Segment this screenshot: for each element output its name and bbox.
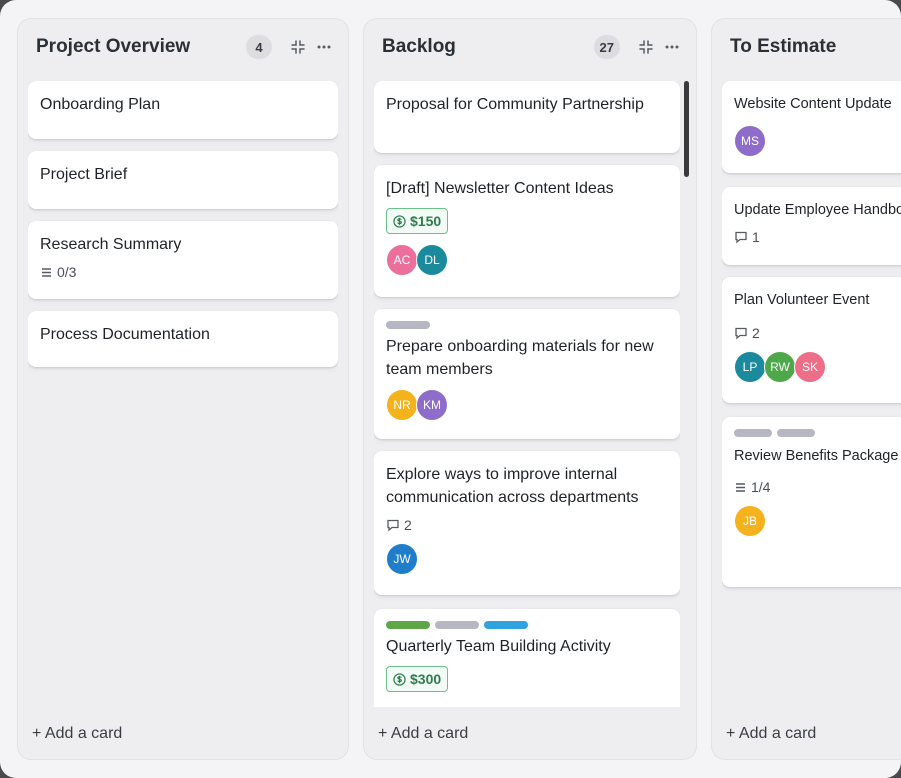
card[interactable]: Prepare onboarding materials for new tea… [374, 309, 680, 439]
more-icon[interactable] [314, 37, 334, 57]
card-title: Explore ways to improve internal communi… [386, 466, 639, 506]
card-title: Onboarding Plan [40, 96, 161, 113]
comment-icon [735, 327, 747, 340]
comment-count: 2 [404, 517, 412, 533]
label-bars [386, 321, 668, 329]
card-title: Review Benefits Package Options [734, 448, 901, 464]
column-project-overview: Project Overview 4 Onboarding Plan Proje… [17, 18, 349, 760]
avatar[interactable]: NR [386, 389, 418, 421]
avatar-group: AC DL [386, 244, 668, 276]
card-title: Plan Volunteer Event [734, 292, 870, 308]
label-gray[interactable] [386, 321, 430, 329]
card-list: Proposal for Community Partnership [Draf… [374, 81, 689, 707]
collapse-icon[interactable] [636, 37, 656, 57]
column-header: To Estimate [730, 33, 901, 61]
card-count-badge: 4 [246, 35, 272, 59]
avatar[interactable]: JW [386, 543, 418, 575]
card-title: Quarterly Team Building Activity [386, 638, 611, 655]
label-green[interactable] [386, 621, 430, 629]
card-title: Research Summary [40, 236, 182, 253]
price-value: $150 [410, 213, 442, 229]
avatar[interactable]: AC [386, 244, 418, 276]
label-blue[interactable] [484, 621, 528, 629]
card-title: Project Brief [40, 166, 128, 183]
price-badge: $300 [386, 666, 449, 692]
checklist-icon [736, 482, 745, 492]
label-bars [734, 429, 901, 437]
price-badge: $150 [386, 208, 449, 234]
board: Project Overview 4 Onboarding Plan Proje… [0, 0, 901, 778]
avatar-group: JW [386, 543, 668, 575]
avatar[interactable]: RW [764, 351, 796, 383]
column-backlog: Backlog 27 Proposal for Community Partne… [363, 18, 697, 760]
label-bars [386, 621, 668, 629]
checklist-progress: 1/4 [751, 479, 771, 495]
card[interactable]: Proposal for Community Partnership [374, 81, 680, 153]
checklist-meta: 0/3 [40, 264, 326, 280]
add-card-button[interactable]: + Add a card [378, 725, 468, 743]
column-title: To Estimate [730, 36, 837, 57]
card-title: Website Content Update [734, 96, 892, 112]
price-value: $300 [410, 671, 442, 687]
card[interactable]: Research Summary 0/3 [28, 221, 338, 299]
comment-count: 1 [752, 229, 760, 245]
comment-count: 2 [752, 325, 760, 341]
scrollbar[interactable] [684, 81, 689, 177]
avatar-group: LP RW SK [734, 351, 901, 383]
column-title: Project Overview [36, 36, 191, 57]
card-title: Proposal for Community Partnership [386, 96, 644, 113]
card[interactable]: Explore ways to improve internal communi… [374, 451, 680, 595]
checklist-meta: 1/4 [734, 479, 901, 495]
avatar[interactable]: JB [734, 505, 766, 537]
card[interactable]: Project Brief [28, 151, 338, 209]
checklist-icon [42, 267, 51, 277]
avatar[interactable]: LP [734, 351, 766, 383]
comment-meta: 2 [386, 517, 668, 533]
avatar-group: MS [734, 125, 901, 157]
card[interactable]: [Draft] Newsletter Content Ideas $150 AC… [374, 165, 680, 297]
avatar[interactable]: MS [734, 125, 766, 157]
card-title: Prepare onboarding materials for new tea… [386, 338, 654, 378]
avatar[interactable]: SK [794, 351, 826, 383]
card[interactable]: Process Documentation [28, 311, 338, 367]
card[interactable]: Website Content Update MS [722, 81, 901, 173]
comment-icon [387, 519, 399, 532]
comment-icon [735, 231, 747, 244]
column-header: Project Overview 4 [36, 33, 334, 61]
more-icon[interactable] [662, 37, 682, 57]
dollar-icon [393, 214, 406, 228]
card-count-badge: 27 [593, 35, 620, 59]
avatar[interactable]: DL [416, 244, 448, 276]
card[interactable]: Quarterly Team Building Activity $300 [374, 609, 680, 707]
comment-meta: 2 [734, 325, 901, 341]
card[interactable]: Update Employee Handbo 1 [722, 187, 901, 265]
card[interactable]: Review Benefits Package Options 1/4 JB [722, 417, 901, 587]
dollar-icon [393, 672, 406, 686]
avatar-group: NR KM [386, 389, 668, 421]
card-list: Onboarding Plan Project Brief Research S… [28, 81, 338, 707]
comment-meta: 1 [734, 229, 901, 245]
label-gray[interactable] [734, 429, 772, 437]
add-card-button[interactable]: + Add a card [32, 725, 122, 743]
add-card-button[interactable]: + Add a card [726, 725, 816, 743]
card-list: Website Content Update MS Update Employe… [722, 81, 901, 707]
avatar[interactable]: KM [416, 389, 448, 421]
card-title: Update Employee Handbo [734, 202, 901, 218]
card-title: Process Documentation [40, 326, 210, 343]
card[interactable]: Plan Volunteer Event 2 LP RW SK [722, 277, 901, 403]
column-title: Backlog [382, 36, 456, 57]
column-to-estimate: To Estimate Website Content Update MS Up… [711, 18, 901, 760]
card[interactable]: Onboarding Plan [28, 81, 338, 139]
column-header: Backlog 27 [382, 33, 682, 61]
checklist-progress: 0/3 [57, 264, 77, 280]
label-gray[interactable] [435, 621, 479, 629]
label-gray[interactable] [777, 429, 815, 437]
card-title: [Draft] Newsletter Content Ideas [386, 180, 614, 197]
avatar-group: JB [734, 505, 901, 537]
collapse-icon[interactable] [288, 37, 308, 57]
